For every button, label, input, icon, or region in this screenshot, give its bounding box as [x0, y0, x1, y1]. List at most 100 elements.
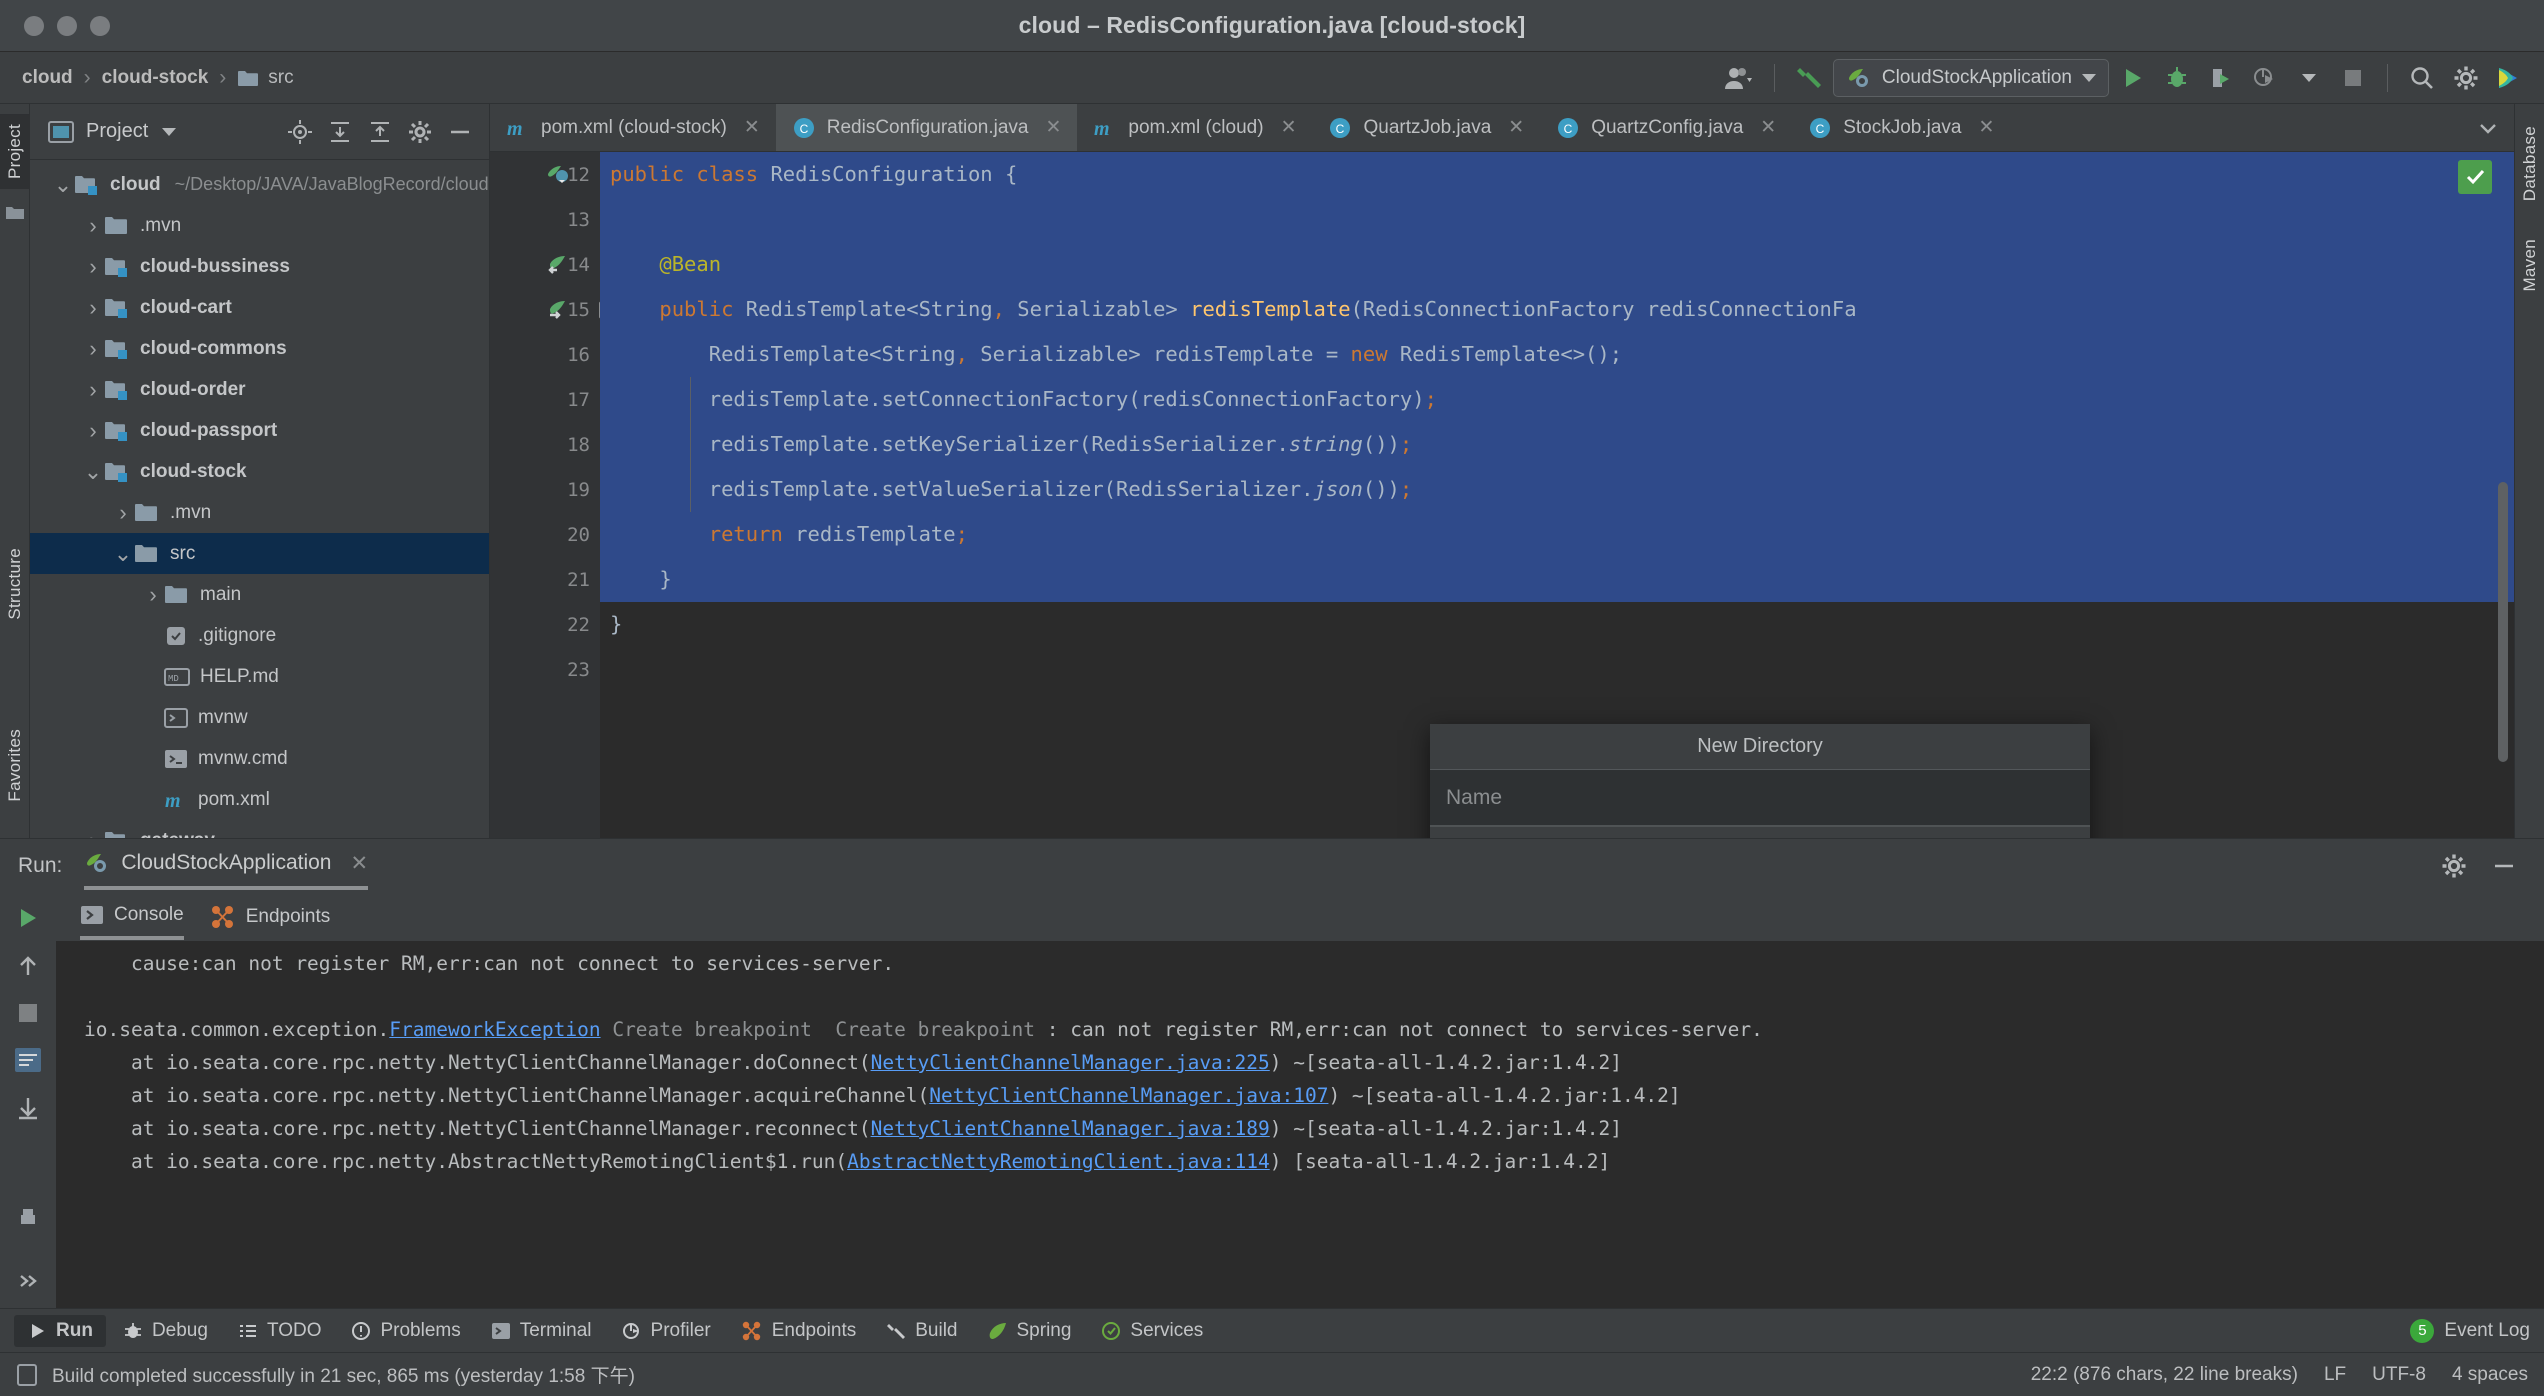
editor-tab-overflow-icon[interactable]	[2462, 104, 2514, 151]
close-icon[interactable]: ✕	[350, 851, 368, 876]
run-config-tab[interactable]: CloudStockApplication ✕	[84, 842, 369, 890]
inspection-status-ok-icon[interactable]	[2458, 160, 2492, 194]
toolwindow-button-run[interactable]: Run	[14, 1314, 106, 1347]
chevron-right-icon[interactable]: ›	[82, 377, 104, 403]
profiler-icon[interactable]	[2245, 59, 2285, 97]
tree-item-cloud-cart[interactable]: › cloud-cart	[30, 287, 489, 328]
close-icon[interactable]: ✕	[1760, 116, 1776, 139]
toolwindow-button-todo[interactable]: TODO	[225, 1315, 335, 1347]
stacktrace-link[interactable]: NettyClientChannelManager.java:189	[871, 1117, 1270, 1140]
chevron-right-icon[interactable]: ›	[82, 418, 104, 444]
line-separator[interactable]: LF	[2324, 1364, 2346, 1386]
tree-item-mvnw[interactable]: mvnw	[30, 697, 489, 738]
chevron-right-icon[interactable]: ›	[82, 295, 104, 321]
stop-icon[interactable]	[2333, 59, 2373, 97]
bean-in-icon[interactable]	[546, 252, 572, 278]
gear-icon[interactable]	[407, 119, 433, 145]
close-icon[interactable]: ✕	[1045, 116, 1061, 139]
user-avatar-icon[interactable]	[1720, 59, 1760, 97]
search-everywhere-icon[interactable]	[2402, 59, 2442, 97]
editor-tab-bar[interactable]: m pom.xml (cloud-stock) ✕ C RedisConfigurati…	[490, 104, 2514, 152]
expand-all-icon[interactable]	[327, 119, 353, 145]
close-icon[interactable]: ✕	[744, 116, 760, 139]
code-line-17[interactable]: redisTemplate.setConnectionFactory(redis…	[600, 377, 2514, 422]
tree-item-cloud-stock[interactable]: ⌄ cloud-stock	[30, 451, 489, 492]
gutter-line-15[interactable]: 15−	[490, 287, 616, 332]
rail-item-maven[interactable]: Maven	[2515, 229, 2544, 302]
tree-item-cloud-bussiness[interactable]: › cloud-bussiness	[30, 246, 489, 287]
console-output[interactable]: cause:can not register RM,err:can not co…	[56, 941, 2544, 1308]
code-line-18[interactable]: redisTemplate.setKeySerializer(RedisSeri…	[600, 422, 2514, 467]
soft-wrap-icon[interactable]	[14, 1047, 42, 1073]
file-encoding[interactable]: UTF-8	[2372, 1364, 2426, 1386]
gutter-line-12[interactable]: 12	[490, 152, 600, 197]
tree-item-pom-xml[interactable]: m pom.xml	[30, 779, 489, 820]
chevron-right-icon[interactable]: ›	[82, 828, 104, 839]
directory-name-input[interactable]: Name	[1430, 770, 2090, 827]
ide-help-icon[interactable]	[2490, 59, 2530, 97]
editor-tab-stockjob-java[interactable]: C StockJob.java ✕	[1792, 104, 2010, 151]
stacktrace-link[interactable]: AbstractNettyRemotingClient.java:114	[847, 1150, 1270, 1173]
chevron-right-icon[interactable]: ›	[82, 254, 104, 280]
editor-tab-redisconfiguration-java[interactable]: C RedisConfiguration.java ✕	[775, 104, 1078, 151]
chevron-down-icon[interactable]	[162, 127, 177, 136]
gutter-line-16[interactable]: 16	[490, 332, 600, 377]
more-dropdown-icon[interactable]	[2289, 59, 2329, 97]
code-line-21[interactable]: }	[600, 557, 2514, 602]
tree-item-src[interactable]: ⌄ src	[30, 533, 489, 574]
locate-icon[interactable]	[287, 119, 313, 145]
code-line-15[interactable]: public RedisTemplate<String, Serializabl…	[600, 287, 2514, 332]
debug-icon[interactable]	[2157, 59, 2197, 97]
editor-tab-pom-xml--cloud-[interactable]: m pom.xml (cloud) ✕	[1077, 104, 1312, 151]
close-icon[interactable]: ✕	[1508, 116, 1524, 139]
tree-item-cloud-passport[interactable]: › cloud-passport	[30, 410, 489, 451]
breadcrumb-item-src[interactable]: src	[229, 67, 301, 89]
rail-item-database[interactable]: Database	[2515, 116, 2544, 211]
toolwindow-button-profiler[interactable]: Profiler	[609, 1315, 724, 1347]
tree-item--mvn[interactable]: › .mvn	[30, 205, 489, 246]
settings-gear-icon[interactable]	[2446, 59, 2486, 97]
chevron-right-icon[interactable]: ›	[142, 582, 164, 608]
rerun-icon[interactable]	[15, 905, 41, 931]
code-line-20[interactable]: return redisTemplate;	[600, 512, 2514, 557]
editor-vertical-scrollbar[interactable]	[2498, 482, 2508, 762]
hide-icon[interactable]	[447, 119, 473, 145]
collapse-all-icon[interactable]	[367, 119, 393, 145]
toolwindow-button-spring[interactable]: Spring	[975, 1315, 1085, 1347]
chevron-down-icon[interactable]: ⌄	[52, 173, 74, 195]
toolwindow-button-build[interactable]: Build	[873, 1315, 970, 1347]
editor-tab-quartzjob-java[interactable]: C QuartzJob.java ✕	[1312, 104, 1540, 151]
tree-item-main[interactable]: › main	[30, 574, 489, 615]
chevron-right-icon[interactable]: ›	[82, 336, 104, 362]
indent-setting[interactable]: 4 spaces	[2452, 1364, 2528, 1386]
editor-tab-quartzconfig-java[interactable]: C QuartzConfig.java ✕	[1540, 104, 1792, 151]
tab-endpoints[interactable]: Endpoints	[210, 894, 330, 940]
gutter-line-17[interactable]: 17	[490, 377, 600, 422]
code-line-12[interactable]: public class RedisConfiguration {	[600, 152, 2514, 197]
gutter-line-23[interactable]: 23	[490, 647, 600, 692]
toolwindow-button-services[interactable]: Services	[1088, 1315, 1216, 1347]
stacktrace-link[interactable]: FrameworkException	[389, 1018, 600, 1041]
gutter-line-19[interactable]: 19	[490, 467, 600, 512]
tree-item-mvnw-cmd[interactable]: mvnw.cmd	[30, 738, 489, 779]
hammer-build-icon[interactable]	[1789, 59, 1829, 97]
tree-item-help-md[interactable]: MD HELP.md	[30, 656, 489, 697]
rail-item-favorites[interactable]: Favorites	[0, 719, 30, 812]
gutter-line-18[interactable]: 18	[490, 422, 600, 467]
close-icon[interactable]: ✕	[1979, 116, 1995, 139]
run-with-coverage-icon[interactable]	[2201, 59, 2241, 97]
folder-icon[interactable]	[5, 205, 25, 221]
chevron-right-icon[interactable]: ›	[82, 213, 104, 239]
toolwindow-button-terminal[interactable]: Terminal	[478, 1315, 605, 1347]
gutter-line-22[interactable]: 22	[490, 602, 600, 647]
breadcrumb-item-cloud[interactable]: cloud	[14, 67, 81, 89]
bean-override-icon[interactable]	[546, 162, 572, 188]
tree-item-cloud-order[interactable]: › cloud-order	[30, 369, 489, 410]
hide-panel-icon[interactable]	[2490, 852, 2518, 880]
toolwindow-button-endpoints[interactable]: Endpoints	[728, 1315, 870, 1347]
tree-item--gitignore[interactable]: .gitignore	[30, 615, 489, 656]
create-breakpoint-hint[interactable]: Create breakpoint	[612, 1018, 812, 1041]
run-icon[interactable]	[2113, 59, 2153, 97]
rail-item-structure[interactable]: Structure	[0, 538, 30, 630]
rail-item-project[interactable]: Project	[0, 114, 30, 190]
